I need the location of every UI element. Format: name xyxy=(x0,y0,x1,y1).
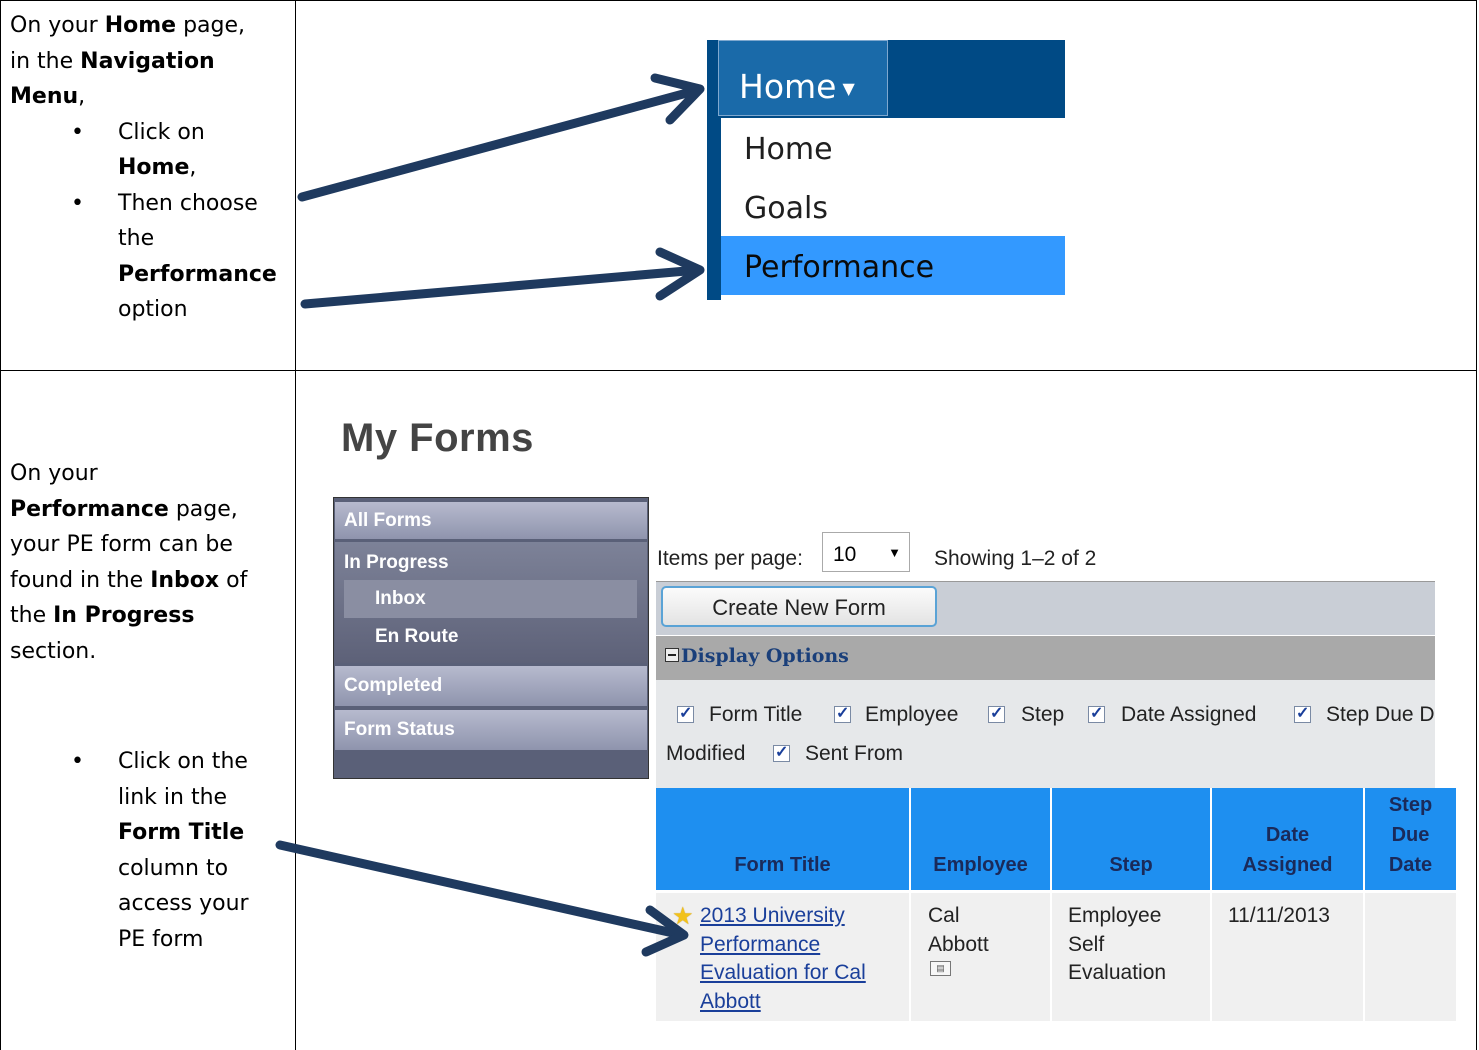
callout-arrows xyxy=(275,73,705,957)
arrow-to-home-menu xyxy=(297,85,703,202)
arrow-to-performance-item xyxy=(300,265,703,309)
arrow-to-form-title-link xyxy=(275,840,687,940)
